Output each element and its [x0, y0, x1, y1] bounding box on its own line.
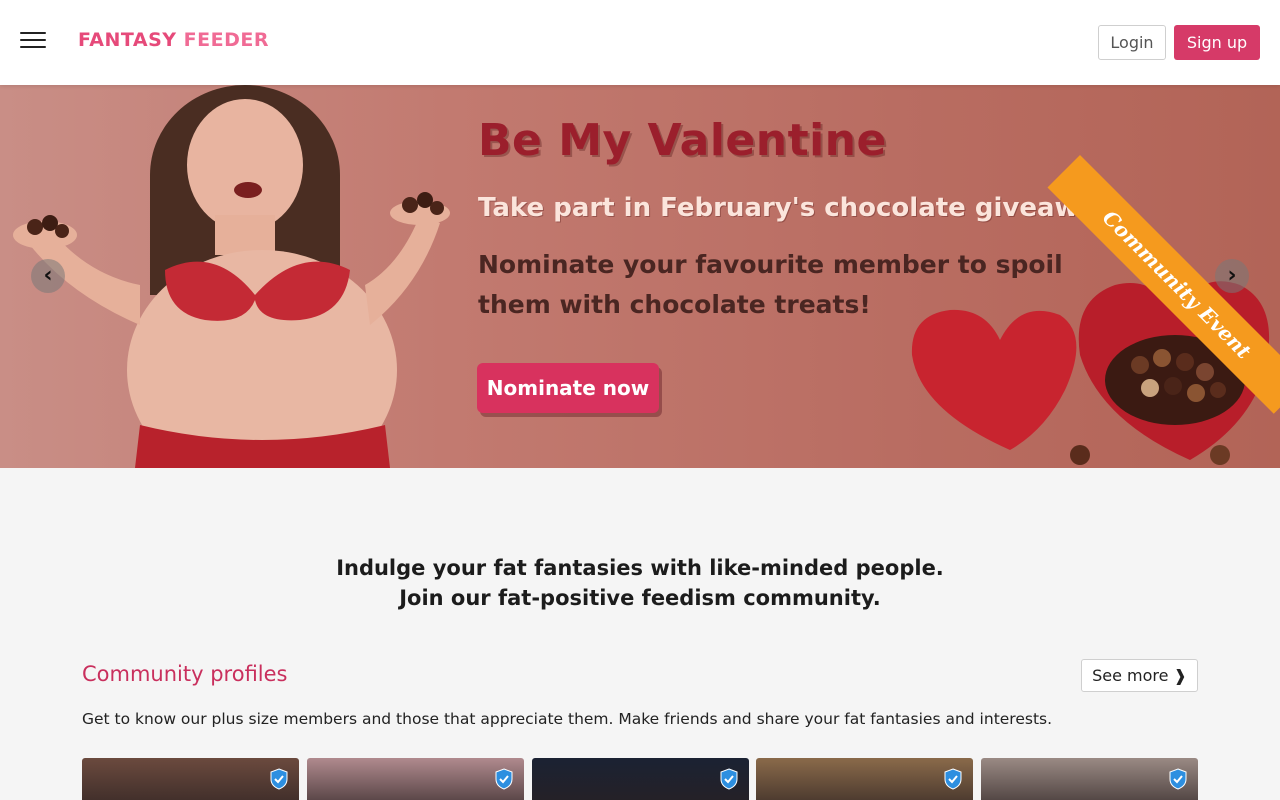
- logo-text-feeder: FEEDER: [183, 29, 269, 51]
- community-description: Get to know our plus size members and th…: [82, 710, 1053, 728]
- banner-model-illustration: [13, 85, 450, 468]
- menu-icon[interactable]: [20, 32, 46, 50]
- profile-card[interactable]: [756, 758, 973, 800]
- site-header: FANTASY FEEDER Login Sign up: [0, 0, 1280, 85]
- site-logo[interactable]: FANTASY FEEDER: [78, 29, 269, 51]
- tagline: Indulge your fat fantasies with like-min…: [0, 553, 1280, 613]
- tagline-line-1: Indulge your fat fantasies with like-min…: [336, 556, 944, 580]
- profile-card[interactable]: [82, 758, 299, 800]
- chevron-right-icon[interactable]: ›: [1215, 259, 1249, 293]
- hero-banner[interactable]: Be My Valentine Take part in February's …: [0, 85, 1280, 468]
- profile-card[interactable]: [532, 758, 749, 800]
- verified-badge-icon: [720, 768, 738, 790]
- verified-badge-icon: [270, 768, 288, 790]
- nominate-now-button[interactable]: Nominate now: [477, 363, 659, 413]
- profile-card-list: [82, 758, 1198, 800]
- logo-text-fantasy: FANTASY: [78, 29, 177, 51]
- banner-title: Be My Valentine: [478, 115, 887, 166]
- tagline-line-2: Join our fat-positive feedism community.: [399, 586, 881, 610]
- login-button[interactable]: Login: [1098, 25, 1166, 60]
- signup-button[interactable]: Sign up: [1174, 25, 1260, 60]
- banner-subtitle: Take part in February's chocolate giveaw…: [478, 193, 1113, 223]
- see-more-button[interactable]: See more ❱: [1081, 659, 1198, 692]
- verified-badge-icon: [495, 768, 513, 790]
- verified-badge-icon: [944, 768, 962, 790]
- verified-badge-icon: [1169, 768, 1187, 790]
- chevron-left-icon[interactable]: ‹: [31, 259, 65, 293]
- profile-card[interactable]: [307, 758, 524, 800]
- community-profiles-title: Community profiles: [82, 662, 288, 686]
- profile-card[interactable]: [981, 758, 1198, 800]
